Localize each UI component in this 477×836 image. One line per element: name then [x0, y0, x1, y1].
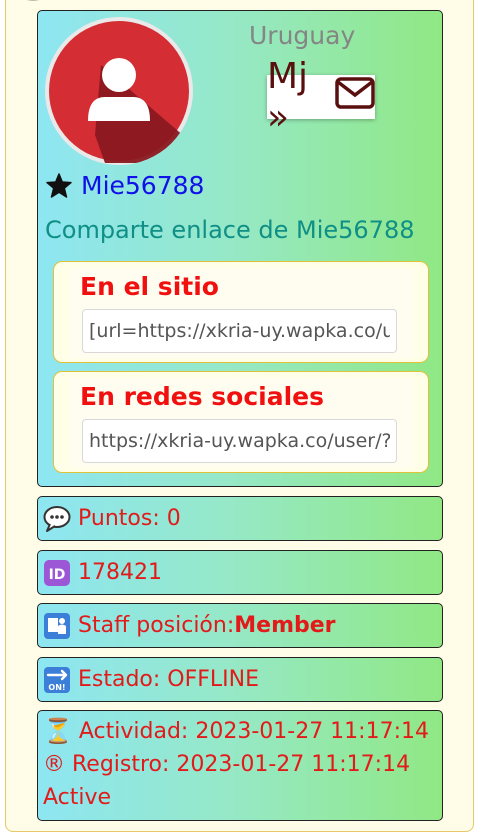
country-label: Uruguay	[249, 21, 356, 50]
staff-row: Staff posición: Member	[37, 603, 443, 648]
hourglass-icon: ⏳	[43, 717, 73, 745]
share-site-box: En el sitio	[53, 261, 429, 363]
active-row: Active	[43, 781, 437, 814]
profile-avatar[interactable]	[45, 17, 193, 165]
svg-text:ID: ID	[49, 567, 66, 583]
message-button[interactable]: Mj »	[267, 56, 375, 138]
id-button-icon: ID	[43, 559, 71, 587]
register-row: ® Registro: 2023-01-27 11:17:14	[43, 748, 437, 781]
svg-text:ON!: ON!	[48, 683, 65, 692]
activity-box: ⏳ Actividad: 2023-01-27 11:17:14 ® Regis…	[37, 710, 443, 821]
register-label: ® Registro: 2023-01-27 11:17:14	[43, 752, 411, 777]
user-silhouette-icon	[45, 17, 193, 165]
passport-control-icon	[43, 612, 71, 640]
username-link[interactable]: Mie56788	[81, 171, 204, 200]
message-button-label: Mj »	[267, 56, 309, 138]
status-label: Estado: OFFLINE	[78, 667, 260, 692]
activity-label: Actividad: 2023-01-27 11:17:14	[78, 719, 429, 744]
status-row: ON! Estado: OFFLINE	[37, 657, 443, 702]
share-social-input[interactable]	[82, 419, 397, 463]
id-row: ID 178421	[37, 550, 443, 595]
speech-balloon-icon	[43, 505, 71, 533]
star-icon	[46, 172, 72, 198]
share-site-input[interactable]	[82, 309, 397, 353]
share-social-title: En redes sociales	[80, 382, 325, 411]
share-site-title: En el sitio	[80, 272, 219, 301]
activity-row: ⏳ Actividad: 2023-01-27 11:17:14	[43, 715, 437, 748]
share-title: Comparte enlace de Mie56788	[45, 216, 415, 244]
staff-value: Member	[234, 613, 336, 638]
on-arrow-icon: ON!	[43, 666, 71, 694]
id-value: 178421	[78, 560, 162, 585]
share-social-box: En redes sociales	[53, 371, 429, 473]
envelope-icon	[335, 76, 375, 118]
points-label: Puntos: 0	[78, 506, 181, 531]
points-row: Puntos: 0	[37, 496, 443, 541]
active-label: Active	[43, 785, 112, 810]
corner-avatar[interactable]	[18, 0, 48, 1]
staff-label: Staff posición:	[78, 613, 235, 638]
user-row: Mie56788	[46, 171, 204, 200]
profile-card: Uruguay Mj » Mie56788 Comparte enlace de…	[37, 10, 443, 487]
